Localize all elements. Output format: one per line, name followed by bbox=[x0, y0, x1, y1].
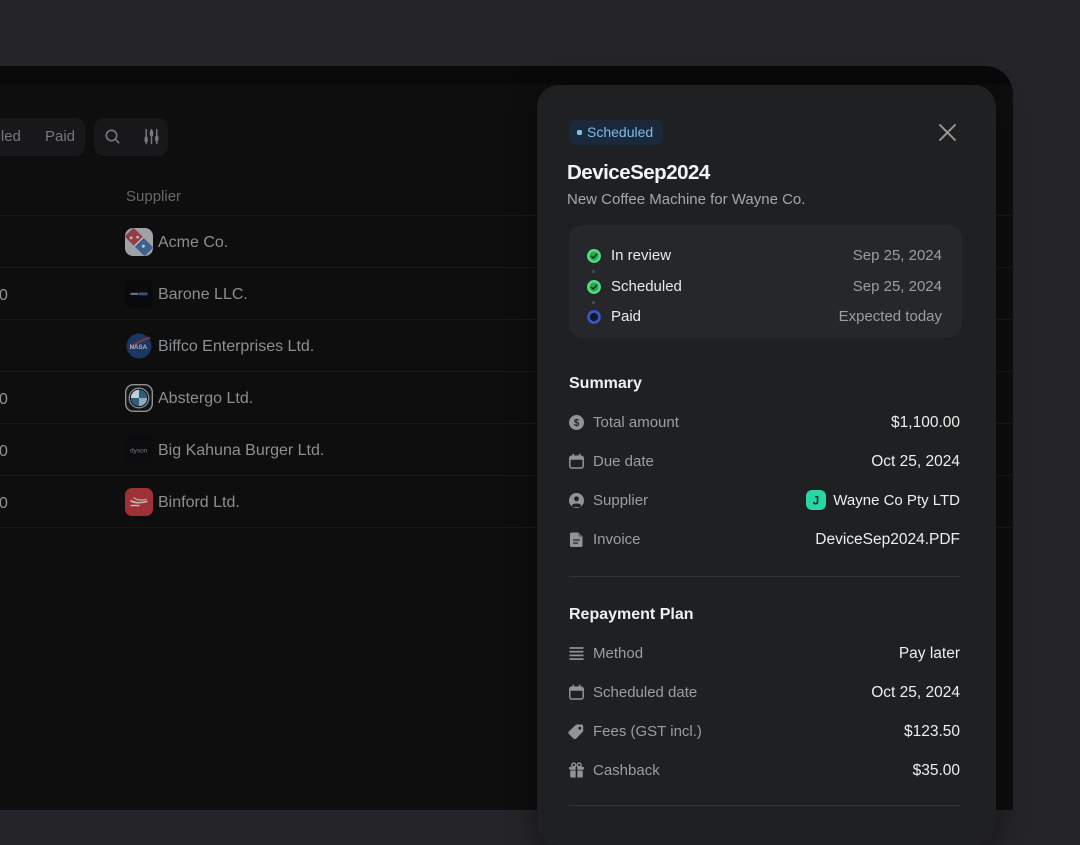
svg-text:dyson: dyson bbox=[130, 448, 148, 455]
svg-text:J: J bbox=[813, 496, 819, 508]
svg-text:$: $ bbox=[574, 418, 580, 429]
svg-text:NASA: NASA bbox=[130, 344, 148, 351]
